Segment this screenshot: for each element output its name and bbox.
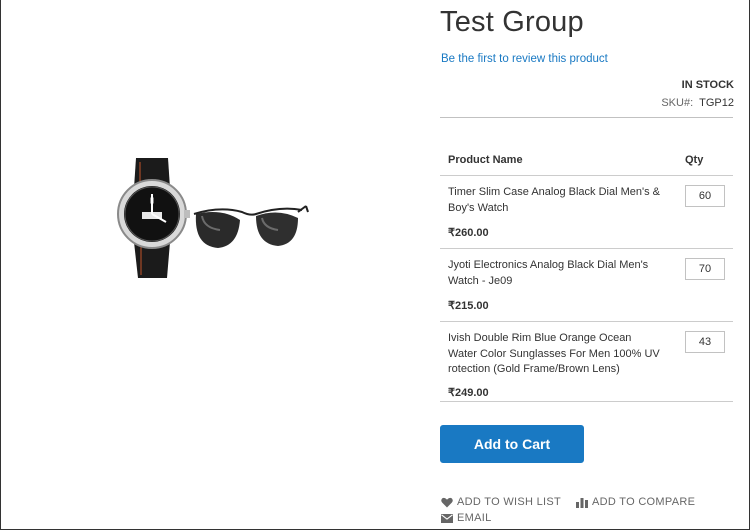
column-header-qty: Qty (685, 154, 704, 166)
email-link[interactable]: EMAIL (441, 512, 492, 524)
qty-input[interactable] (685, 331, 725, 353)
add-to-cart-button[interactable]: Add to Cart (440, 425, 584, 463)
watch-and-sunglasses-image: ||| (117, 158, 309, 278)
stock-status: IN STOCK (681, 79, 734, 91)
product-name: Jyoti Electronics Analog Black Dial Men'… (448, 259, 649, 287)
table-row: Jyoti Electronics Analog Black Dial Men'… (440, 249, 733, 322)
review-link[interactable]: Be the first to review this product (441, 53, 608, 65)
product-name: Timer Slim Case Analog Black Dial Men's … (448, 186, 660, 214)
product-price: ₹260.00 (448, 227, 489, 239)
add-to-wishlist-link[interactable]: ADD TO WISH LIST (441, 496, 561, 508)
sku-value: TGP12 (699, 97, 734, 109)
sku-label: SKU#: (661, 97, 694, 109)
table-header: Product Name Qty (440, 147, 733, 176)
wishlist-label: ADD TO WISH LIST (457, 496, 562, 508)
qty-input[interactable] (685, 258, 725, 280)
divider (440, 117, 733, 118)
compare-label: ADD TO COMPARE (592, 496, 696, 508)
page-title: Test Group (440, 6, 584, 38)
column-header-product-name: Product Name (448, 154, 523, 166)
heart-icon (441, 497, 453, 507)
table-row: Timer Slim Case Analog Black Dial Men's … (440, 176, 733, 249)
email-label: EMAIL (457, 512, 492, 524)
table-row: Ivish Double Rim Blue Orange Ocean Water… (440, 322, 733, 402)
product-price: ₹215.00 (448, 300, 489, 312)
grouped-products-table: Product Name Qty Timer Slim Case Analog … (440, 147, 733, 402)
qty-input[interactable] (685, 185, 725, 207)
sku: SKU#: TGP12 (661, 97, 734, 109)
product-image[interactable]: ||| (110, 150, 310, 280)
add-to-compare-link[interactable]: ADD TO COMPARE (576, 496, 695, 508)
envelope-icon (441, 513, 453, 523)
bar-chart-icon (576, 497, 588, 508)
product-name: Ivish Double Rim Blue Orange Ocean Water… (448, 332, 660, 375)
product-price: ₹249.00 (448, 387, 489, 399)
